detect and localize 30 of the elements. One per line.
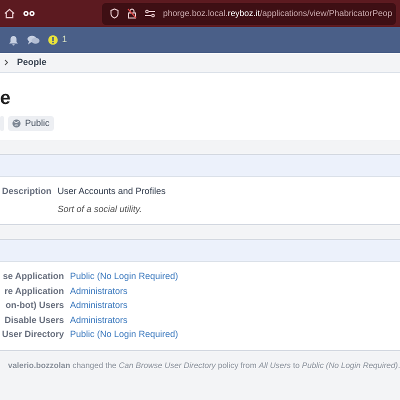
timeline-entry: valerio.bozzolan changed the Can Browse User Directory policy from All Users to Public (No Login Required). <box>8 360 400 372</box>
policy-label: User Directory <box>2 328 64 341</box>
chat-icon[interactable] <box>27 35 40 45</box>
alert-count[interactable]: 1 <box>62 33 68 47</box>
policy-link[interactable]: Public (No Login Required) <box>70 329 178 339</box>
policy-link[interactable]: Administrators <box>70 286 128 296</box>
policy-label: Disable Users <box>3 314 64 326</box>
policy-label: on-bot) Users <box>4 299 64 312</box>
field-value: User Accounts and Profiles <box>58 185 167 198</box>
mask-icon[interactable] <box>23 10 35 17</box>
breadcrumb-link[interactable]: People <box>17 56 47 70</box>
home-icon[interactable] <box>4 8 15 19</box>
page-title: e <box>0 89 12 108</box>
policy-label: re Application <box>3 284 64 298</box>
shield-icon[interactable] <box>110 8 119 19</box>
field-note: Sort of a social utility. <box>58 202 143 216</box>
chevron-icon <box>4 59 9 66</box>
policy-link[interactable]: Administrators <box>70 300 128 310</box>
warning-icon[interactable] <box>48 35 58 45</box>
bell-icon[interactable] <box>8 34 19 46</box>
sliders-icon[interactable] <box>145 9 155 18</box>
address-bar[interactable]: phorge.boz.local.reyboz.it/applications/view/PhabricatorPeop <box>102 2 396 24</box>
field-label: Description <box>2 185 52 198</box>
policy-link[interactable]: Administrators <box>70 314 128 324</box>
policy-link[interactable]: Public (No Login Required) <box>70 271 178 281</box>
lock-icon[interactable] <box>127 8 137 19</box>
policy-tag[interactable]: Public <box>8 116 54 131</box>
globe-icon <box>12 119 21 128</box>
url-text: phorge.boz.local.reyboz.it/applications/view/PhabricatorPeop <box>163 7 392 20</box>
policy-label: se Application <box>2 270 64 283</box>
